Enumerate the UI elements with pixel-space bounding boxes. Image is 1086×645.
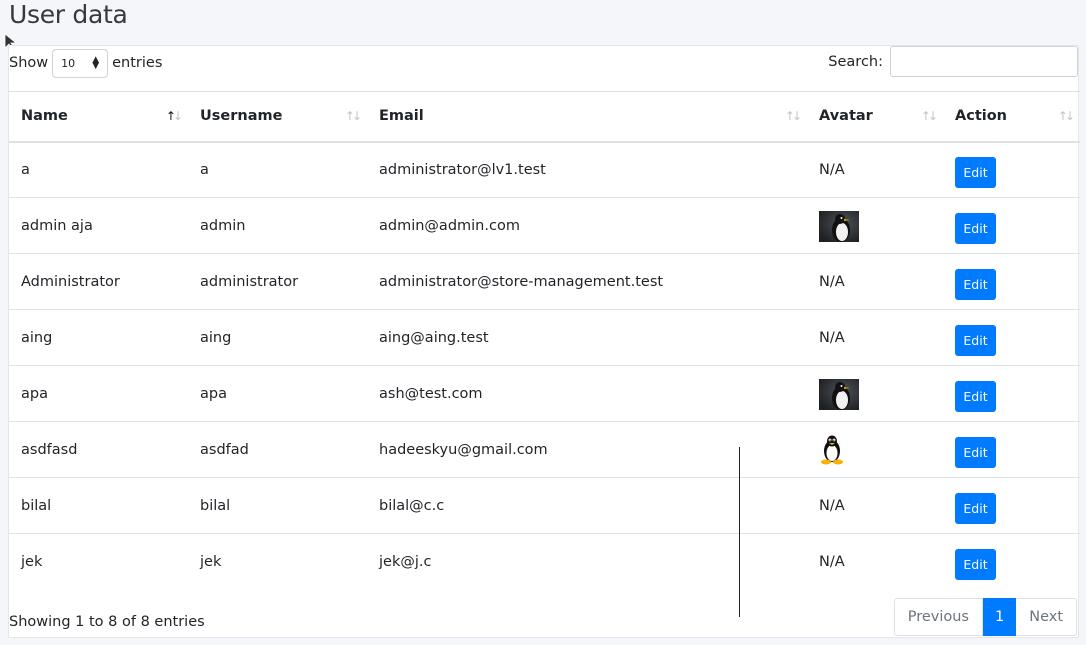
sort-icon: ↑↓ <box>920 109 938 123</box>
avatar-na-text: N/A <box>819 553 845 570</box>
edit-button[interactable]: Edit <box>955 437 996 468</box>
cell-avatar <box>807 365 943 422</box>
sort-icon: ↑↓ <box>1057 109 1075 123</box>
table-row: aing aing aing@aing.test N/A Edit <box>9 309 1080 366</box>
cell-action: Edit <box>943 477 1080 534</box>
table-info: Showing 1 to 8 of 8 entries <box>9 614 205 630</box>
table-row: Administrator administrator administrato… <box>9 253 1080 310</box>
show-label: Show <box>9 55 49 71</box>
penguin-avatar-image <box>819 379 859 410</box>
cell-name: aing <box>9 309 188 366</box>
divider-line <box>739 447 740 617</box>
entries-select-value: 10 <box>61 56 76 70</box>
page-title: User data <box>9 0 128 29</box>
cell-email: administrator@store-management.test <box>367 253 807 310</box>
pagination: Previous 1 Next <box>893 598 1077 636</box>
column-header-email[interactable]: Email ↑↓ <box>367 91 807 143</box>
edit-button[interactable]: Edit <box>955 381 996 412</box>
table-header-row: Name ↑↓ Username ↑↓ Email ↑↓ Avatar ↑↓ A… <box>9 91 1080 143</box>
edit-button[interactable]: Edit <box>955 213 996 244</box>
sort-icon: ↑↓ <box>784 109 802 123</box>
table-body: a a administrator@lv1.test N/A Edit admi… <box>9 141 1080 590</box>
search-label: Search: <box>828 53 883 70</box>
cell-action: Edit <box>943 421 1080 478</box>
sort-icon: ↑↓ <box>344 109 362 123</box>
cell-username: jek <box>188 533 367 590</box>
sort-ascending-icon: ↑↓ <box>165 109 183 123</box>
cell-action: Edit <box>943 141 1080 198</box>
cell-name: bilal <box>9 477 188 534</box>
cell-username: bilal <box>188 477 367 534</box>
cell-avatar: N/A <box>807 477 943 534</box>
cell-avatar: N/A <box>807 533 943 590</box>
avatar-na-text: N/A <box>819 497 845 514</box>
table-row: jek jek jek@j.c N/A Edit <box>9 533 1080 590</box>
cell-name: asdfasd <box>9 421 188 478</box>
search-input[interactable] <box>890 46 1078 77</box>
cell-email: jek@j.c <box>367 533 807 590</box>
next-page-button[interactable]: Next <box>1016 598 1077 636</box>
cell-name: jek <box>9 533 188 590</box>
cell-name: admin aja <box>9 197 188 254</box>
users-table: Name ↑↓ Username ↑↓ Email ↑↓ Avatar ↑↓ A… <box>9 91 1080 590</box>
edit-button[interactable]: Edit <box>955 325 996 356</box>
table-row: apa apa ash@test.com Edit <box>9 365 1080 422</box>
cell-email: admin@admin.com <box>367 197 807 254</box>
user-table-card: Show 10 ▲ ▼ entries Search: Name ↑↓ Usern… <box>8 45 1080 638</box>
entries-label: entries <box>112 55 163 71</box>
entries-length-control: Show 10 ▲ ▼ entries <box>9 48 162 78</box>
table-row: bilal bilal bilal@c.c N/A Edit <box>9 477 1080 534</box>
search-control: Search: <box>828 46 1078 77</box>
previous-page-button[interactable]: Previous <box>893 598 983 636</box>
cell-username: administrator <box>188 253 367 310</box>
cell-username: admin <box>188 197 367 254</box>
penguin-avatar-image <box>819 211 859 242</box>
cell-name: a <box>9 141 188 198</box>
column-header-label: Email <box>379 108 424 125</box>
cell-username: apa <box>188 365 367 422</box>
cell-action: Edit <box>943 253 1080 310</box>
avatar-na-text: N/A <box>819 329 845 346</box>
table-row: a a administrator@lv1.test N/A Edit <box>9 141 1080 198</box>
edit-button[interactable]: Edit <box>955 493 996 524</box>
column-header-avatar[interactable]: Avatar ↑↓ <box>807 91 943 143</box>
cell-action: Edit <box>943 533 1080 590</box>
avatar-na-text: N/A <box>819 161 845 178</box>
avatar-na-text: N/A <box>819 273 845 290</box>
select-arrows-icon: ▲ ▼ <box>92 55 100 71</box>
cell-action: Edit <box>943 365 1080 422</box>
cell-username: a <box>188 141 367 198</box>
edit-button[interactable]: Edit <box>955 549 996 581</box>
cell-avatar: N/A <box>807 309 943 366</box>
cell-email: bilal@c.c <box>367 477 807 534</box>
cell-action: Edit <box>943 309 1080 366</box>
cell-email: aing@aing.test <box>367 309 807 366</box>
column-header-label: Name <box>21 108 68 125</box>
column-header-name[interactable]: Name ↑↓ <box>9 91 188 143</box>
column-header-label: Action <box>955 108 1008 125</box>
page-1-button[interactable]: 1 <box>982 598 1017 636</box>
table-row: admin aja admin admin@admin.com Edit <box>9 197 1080 254</box>
cell-name: apa <box>9 365 188 422</box>
cell-username: aing <box>188 309 367 366</box>
column-header-label: Avatar <box>819 108 873 125</box>
cell-name: Administrator <box>9 253 188 310</box>
entries-select[interactable]: 10 ▲ ▼ <box>52 48 109 78</box>
tux-avatar-icon <box>821 435 843 465</box>
table-row: asdfasd asdfad hadeeskyu@gmail.com Edit <box>9 421 1080 478</box>
cell-email: hadeeskyu@gmail.com <box>367 421 807 478</box>
cell-username: asdfad <box>188 421 367 478</box>
column-header-username[interactable]: Username ↑↓ <box>188 91 367 143</box>
cell-email: ash@test.com <box>367 365 807 422</box>
column-header-label: Username <box>200 108 283 125</box>
cell-avatar <box>807 197 943 254</box>
cell-email: administrator@lv1.test <box>367 141 807 198</box>
cell-action: Edit <box>943 197 1080 254</box>
cell-avatar: N/A <box>807 253 943 310</box>
edit-button[interactable]: Edit <box>955 269 996 300</box>
column-header-action[interactable]: Action ↑↓ <box>943 91 1080 143</box>
cell-avatar: N/A <box>807 141 943 198</box>
cell-avatar <box>807 421 943 478</box>
edit-button[interactable]: Edit <box>955 157 996 189</box>
